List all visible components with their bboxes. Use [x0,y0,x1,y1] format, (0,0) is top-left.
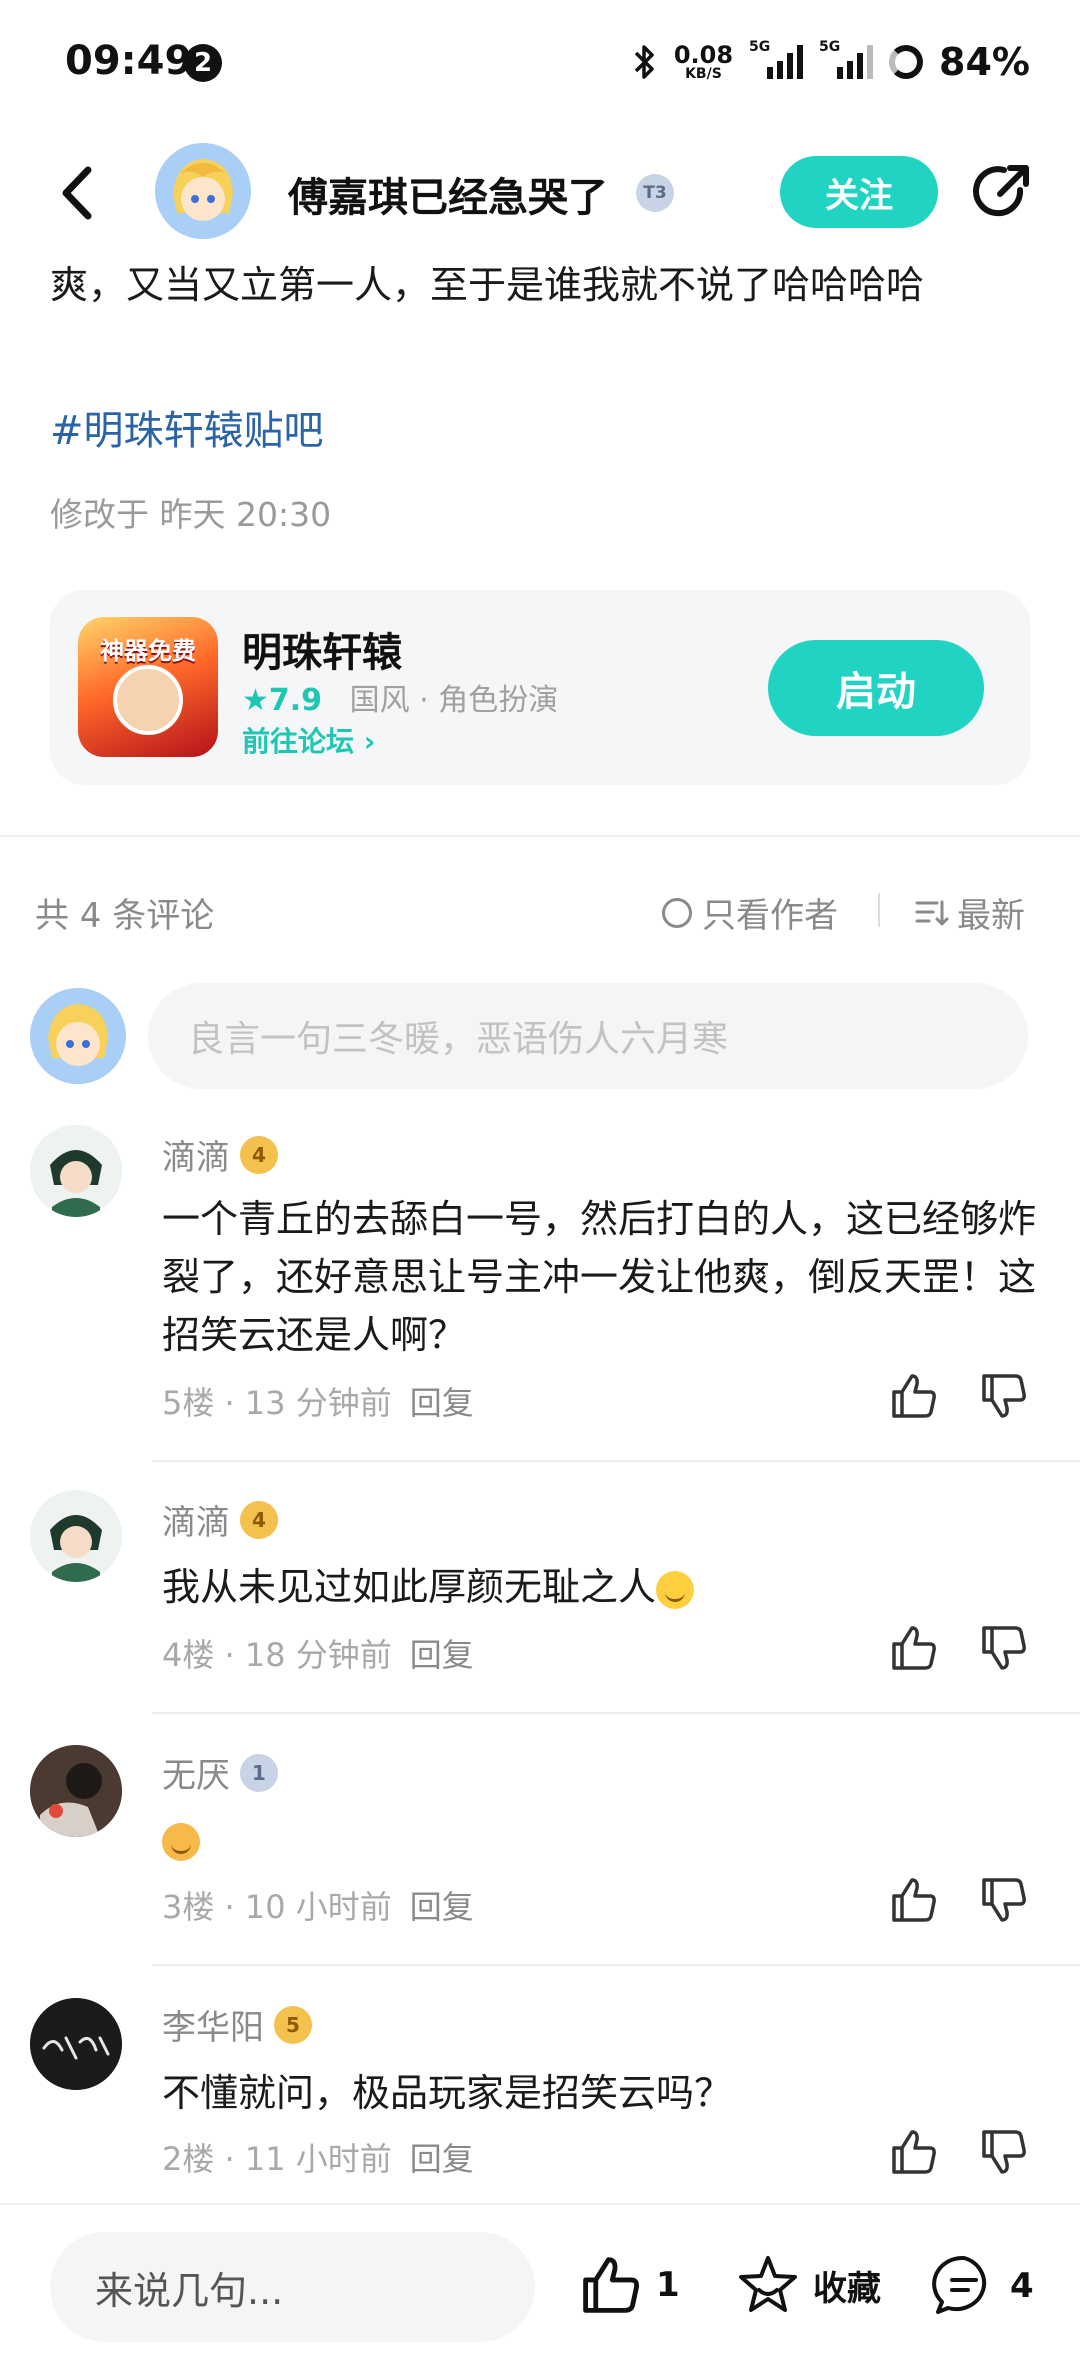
sticker-emoji-icon [162,1822,200,1861]
game-title[interactable]: 明珠轩辕 [242,620,402,678]
thumbs-up-icon[interactable] [888,1370,940,1422]
level-badge: 4 [240,1500,278,1539]
net-speed: 0.08 KB/S [673,41,734,82]
game-character-icon [113,665,183,735]
thumbs-down-icon[interactable] [978,1874,1030,1926]
comments-button[interactable]: 4 [930,2252,1034,2320]
commenter-avatar[interactable] [30,1745,122,1837]
comment-input[interactable]: 良言一句三冬暖，恶语伤人六月寒 [148,983,1028,1089]
thumbs-up-icon [583,2257,639,2313]
bottom-comment-input[interactable]: 来说几句... [50,2232,535,2342]
thumbs-down-icon[interactable] [978,2126,1030,2178]
notification-badge: 2 [184,44,222,82]
author-avatar[interactable] [155,143,251,239]
radio-icon [662,897,692,928]
comment-divider [152,1712,1080,1714]
comment-text: 不懂就问，极品玩家是招笑云吗？ [162,2071,733,2115]
comment-count-badge: 4 [1010,2266,1034,2306]
bluetooth-icon [634,45,654,79]
comment-text: 我从未见过如此厚颜无耻之人 [162,1558,1042,1616]
reply-button[interactable]: 回复 [410,1630,474,1676]
thumbs-up-icon[interactable] [888,1622,940,1674]
game-icon-text: 神器免费 [100,637,196,665]
level-badge: 4 [240,1135,278,1174]
comment-text [162,1810,1042,1868]
back-arrow-icon[interactable] [50,158,110,228]
author-only-toggle[interactable]: 只看作者 [662,888,838,937]
game-meta: ★7.9 国风 · 角色扮演 [242,675,558,719]
thumbs-up-icon[interactable] [888,2126,940,2178]
comment-bubble-icon [932,2255,987,2314]
comment-meta: 5楼 · 13 分钟前 回复 [162,1378,474,1424]
post-hashtag[interactable]: #明珠轩辕贴吧 [50,398,324,456]
comment-divider [152,1460,1080,1462]
battery-icon [889,45,924,79]
comment-meta: 2楼 · 11 小时前 回复 [162,2134,474,2180]
comment-divider [152,1964,1080,1966]
game-score: ★7.9 [242,683,323,718]
commenter-name[interactable]: 李华阳 5 [162,2000,312,2049]
like-button[interactable]: 1 [578,2252,680,2318]
post-text: 爽，又当又立第一人，至于是谁我就不说了哈哈哈哈 [50,263,925,307]
my-avatar [30,988,126,1084]
follow-button[interactable]: 关注 [780,156,938,228]
like-count: 1 [656,2265,680,2305]
status-time: 09:49 [65,38,193,84]
game-icon[interactable]: 神器免费 [78,617,218,757]
game-tags: 国风 · 角色扮演 [349,683,559,718]
level-badge: 1 [240,1753,278,1792]
sort-icon [915,900,949,925]
comment-meta: 3楼 · 10 小时前 回复 [162,1882,474,1928]
modified-time: 修改于 昨天 20:30 [50,495,332,534]
commenter-name[interactable]: 无厌 1 [162,1748,278,1797]
collect-button[interactable]: 收藏 [735,2252,881,2318]
author-level-badge: T3 [636,174,674,212]
reply-button[interactable]: 回复 [410,1378,474,1424]
smile-emoji-icon [656,1570,695,1609]
status-icons: 0.08 KB/S 5G 5G 84% [632,39,1030,84]
reply-button[interactable]: 回复 [410,2134,474,2180]
commenter-avatar[interactable] [30,1125,122,1217]
signal-icon: 5G [749,39,804,79]
comment-count: 共 4 条评论 [35,896,215,936]
commenter-name[interactable]: 滴滴 4 [162,1130,278,1179]
thumbs-down-icon[interactable] [978,1370,1030,1422]
comment-meta: 4楼 · 18 分钟前 回复 [162,1630,474,1676]
commenter-avatar[interactable] [30,1490,122,1582]
commenter-avatar[interactable] [30,1998,122,2090]
forum-link[interactable]: 前往论坛 › [242,720,375,760]
star-icon [739,2256,797,2312]
sort-separator [878,893,880,927]
thumbs-down-icon[interactable] [978,1622,1030,1674]
author-name[interactable]: 傅嘉琪已经急哭了 [288,165,608,223]
collect-label: 收藏 [813,2268,881,2309]
level-badge: 5 [274,2005,312,2044]
launch-button[interactable]: 启动 [768,640,984,736]
reply-button[interactable]: 回复 [410,1882,474,1928]
thumbs-up-icon[interactable] [888,1874,940,1926]
comment-text: 一个青丘的去舔白一号，然后打白的人，这已经够炸裂了，还好意思让号主冲一发让他爽，… [162,1197,1037,1357]
commenter-name[interactable]: 滴滴 4 [162,1495,278,1544]
battery-percent: 84% [939,40,1030,84]
share-icon[interactable] [970,160,1034,224]
section-divider [0,835,1080,837]
signal-icon-2: 5G [819,39,874,79]
sort-button[interactable]: 最新 [915,888,1025,937]
